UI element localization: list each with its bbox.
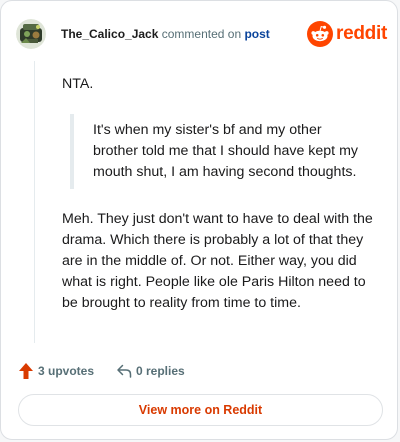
thread-line (34, 61, 35, 343)
view-more-button[interactable]: View more on Reddit (18, 394, 383, 426)
reddit-snoo-icon (307, 21, 333, 47)
comment-intro: NTA. (62, 76, 94, 92)
reply-count: 0 replies (136, 364, 185, 378)
comment-header: The_Calico_Jack commented on post reddit (16, 19, 387, 49)
comment-byline: The_Calico_Jack commented on post (61, 27, 270, 41)
reddit-wordmark: reddit (336, 23, 387, 44)
quote-text: It's when my sister's bf and my other br… (93, 122, 358, 180)
upvote-arrow-icon (19, 363, 33, 379)
user-avatar[interactable] (16, 19, 46, 49)
reply-arrow-icon (117, 364, 132, 378)
post-link[interactable]: post (244, 27, 269, 41)
commented-on-text: commented on (161, 27, 242, 41)
embedded-comment-card: The_Calico_Jack commented on post reddit… (0, 0, 398, 440)
blockquote: It's when my sister's bf and my other br… (70, 114, 363, 189)
reddit-logo[interactable]: reddit (307, 21, 387, 47)
upvote-count: 3 upvotes (38, 364, 95, 378)
comment-paragraph: Meh. They just don't want to have to dea… (62, 211, 373, 311)
username-link[interactable]: The_Calico_Jack (61, 27, 158, 41)
comment-body: NTA. It's when my sister's bf and my oth… (62, 74, 378, 314)
